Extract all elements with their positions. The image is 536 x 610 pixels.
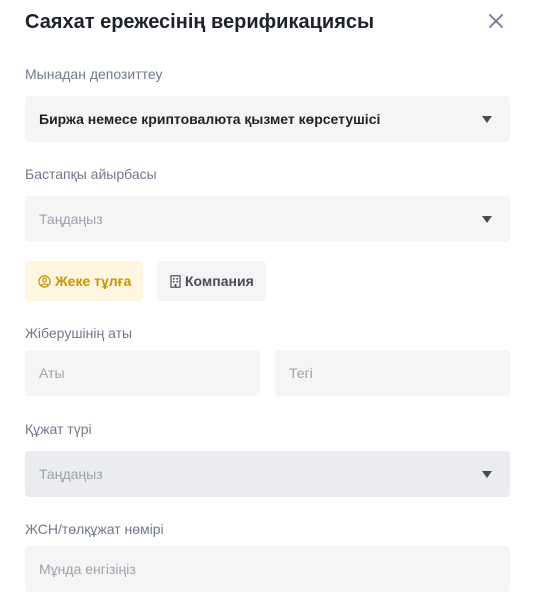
chevron-down-icon bbox=[482, 471, 492, 478]
source-exchange-select[interactable]: Таңдаңыз bbox=[25, 196, 510, 242]
deposit-from-value: Биржа немесе криптовалюта қызмет көрсету… bbox=[39, 111, 381, 127]
close-button[interactable] bbox=[484, 9, 508, 33]
last-name-placeholder: Тегі bbox=[289, 365, 313, 381]
id-number-input[interactable]: Мұнда енгізіңіз bbox=[25, 546, 510, 592]
source-exchange-label: Бастапқы айырбасы bbox=[25, 166, 157, 182]
company-toggle-label: Компания bbox=[185, 273, 254, 289]
document-type-select[interactable]: Таңдаңыз bbox=[25, 451, 510, 497]
user-circle-icon bbox=[38, 274, 51, 288]
individual-toggle-label: Жеке тұлға bbox=[55, 273, 132, 289]
document-type-placeholder: Таңдаңыз bbox=[39, 466, 103, 482]
close-icon bbox=[489, 14, 503, 28]
source-exchange-placeholder: Таңдаңыз bbox=[39, 211, 103, 227]
id-number-placeholder: Мұнда енгізіңіз bbox=[39, 561, 136, 577]
deposit-from-label: Мынадан депозиттеу bbox=[25, 66, 163, 82]
id-number-label: ЖСН/төлқұжат нөмірі bbox=[25, 521, 164, 537]
individual-toggle-button[interactable]: Жеке тұлға bbox=[25, 261, 143, 301]
first-name-placeholder: Аты bbox=[39, 365, 65, 381]
chevron-down-icon bbox=[482, 116, 492, 123]
first-name-input[interactable]: Аты bbox=[25, 350, 260, 396]
sender-name-label: Жіберушінің аты bbox=[25, 325, 133, 341]
modal-title: Саяхат ережесінің верификациясы bbox=[25, 11, 375, 33]
document-type-label: Құжат түрі bbox=[25, 421, 92, 437]
chevron-down-icon bbox=[482, 216, 492, 223]
deposit-from-select[interactable]: Биржа немесе криптовалюта қызмет көрсету… bbox=[25, 96, 510, 142]
building-icon bbox=[170, 274, 181, 288]
last-name-input[interactable]: Тегі bbox=[275, 350, 510, 396]
travel-rule-modal: Саяхат ережесінің верификациясы Мынадан … bbox=[0, 0, 536, 610]
company-toggle-button[interactable]: Компания bbox=[157, 261, 266, 301]
